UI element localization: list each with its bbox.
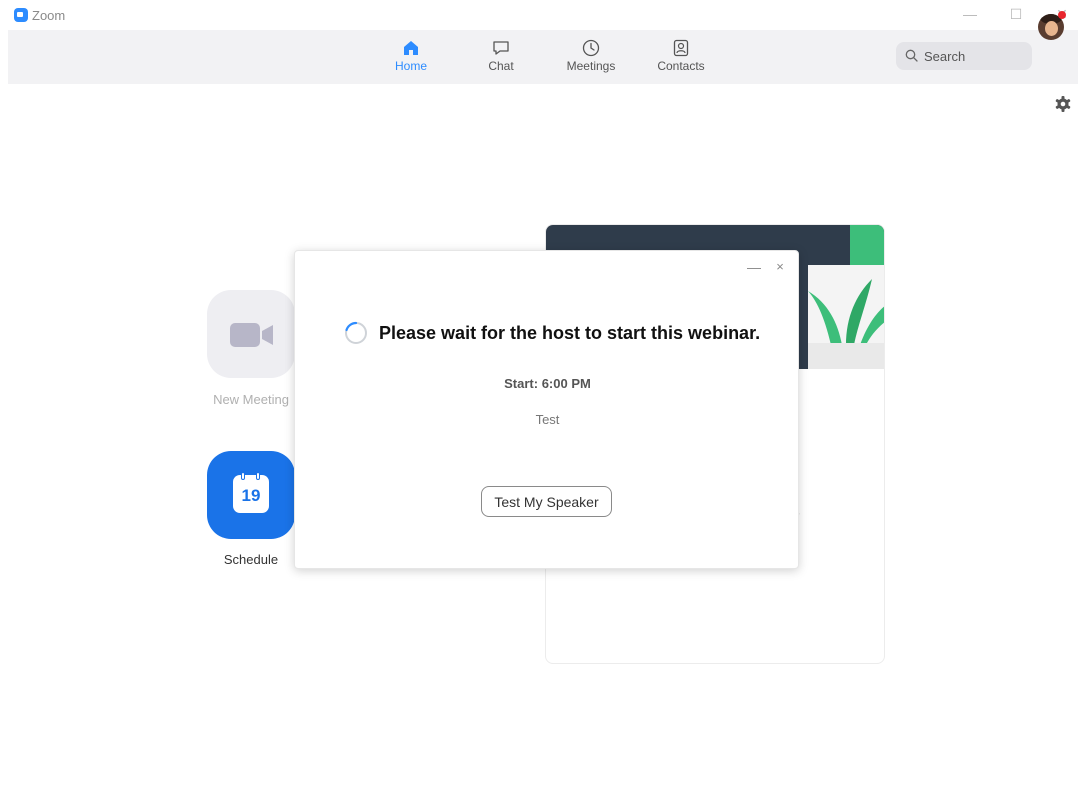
calendar-day: 19 bbox=[241, 486, 261, 505]
search-box[interactable]: Search bbox=[896, 42, 1032, 70]
video-camera-icon bbox=[230, 323, 273, 347]
schedule-button[interactable]: 19 bbox=[207, 451, 295, 539]
calendar-icon: 19 bbox=[233, 472, 269, 513]
top-navigation-bar: Home Chat Meetings Contacts Search bbox=[8, 30, 1078, 84]
window-maximize-button[interactable]: ☐ bbox=[1004, 4, 1028, 24]
loading-spinner-icon bbox=[345, 321, 367, 344]
webinar-waiting-dialog: — × Please wait for the host to start th… bbox=[294, 250, 799, 569]
title-bar: Zoom — ☐ ✕ bbox=[0, 0, 1078, 30]
tab-chat-label: Chat bbox=[488, 59, 514, 73]
chat-icon bbox=[493, 41, 509, 55]
tab-contacts-label: Contacts bbox=[657, 59, 705, 73]
tab-home-label: Home bbox=[394, 59, 427, 73]
new-meeting-button[interactable] bbox=[207, 290, 295, 378]
tab-meetings[interactable]: Meetings bbox=[551, 38, 631, 78]
avatar-face bbox=[1045, 21, 1058, 36]
dialog-minimize-button[interactable]: — bbox=[747, 260, 761, 275]
home-icon bbox=[404, 41, 418, 55]
clock-icon bbox=[582, 39, 600, 57]
notification-badge bbox=[1058, 11, 1066, 19]
search-placeholder: Search bbox=[924, 49, 966, 64]
tab-chat[interactable]: Chat bbox=[461, 38, 541, 78]
calendar-ring-left bbox=[241, 472, 245, 480]
schedule-label: Schedule bbox=[223, 552, 279, 567]
window-minimize-button[interactable]: — bbox=[958, 4, 982, 24]
window-title: Zoom bbox=[32, 8, 66, 23]
tab-home[interactable]: Home bbox=[371, 38, 451, 78]
tab-contacts[interactable]: Contacts bbox=[641, 38, 721, 78]
test-speaker-button[interactable]: Test My Speaker bbox=[481, 486, 612, 517]
webinar-name: Test bbox=[535, 412, 560, 427]
webinar-start-time: Start: 6:00 PM bbox=[504, 376, 591, 391]
zoom-logo-icon bbox=[14, 8, 28, 22]
gear-icon[interactable] bbox=[1054, 95, 1072, 113]
tab-meetings-label: Meetings bbox=[566, 59, 616, 73]
contacts-icon bbox=[673, 39, 689, 57]
dialog-close-button[interactable]: × bbox=[773, 260, 787, 274]
calendar-ring-right bbox=[256, 472, 260, 480]
search-icon bbox=[905, 49, 918, 62]
new-meeting-label: New Meeting bbox=[213, 392, 289, 407]
dialog-headline: Please wait for the host to start this w… bbox=[379, 323, 761, 343]
